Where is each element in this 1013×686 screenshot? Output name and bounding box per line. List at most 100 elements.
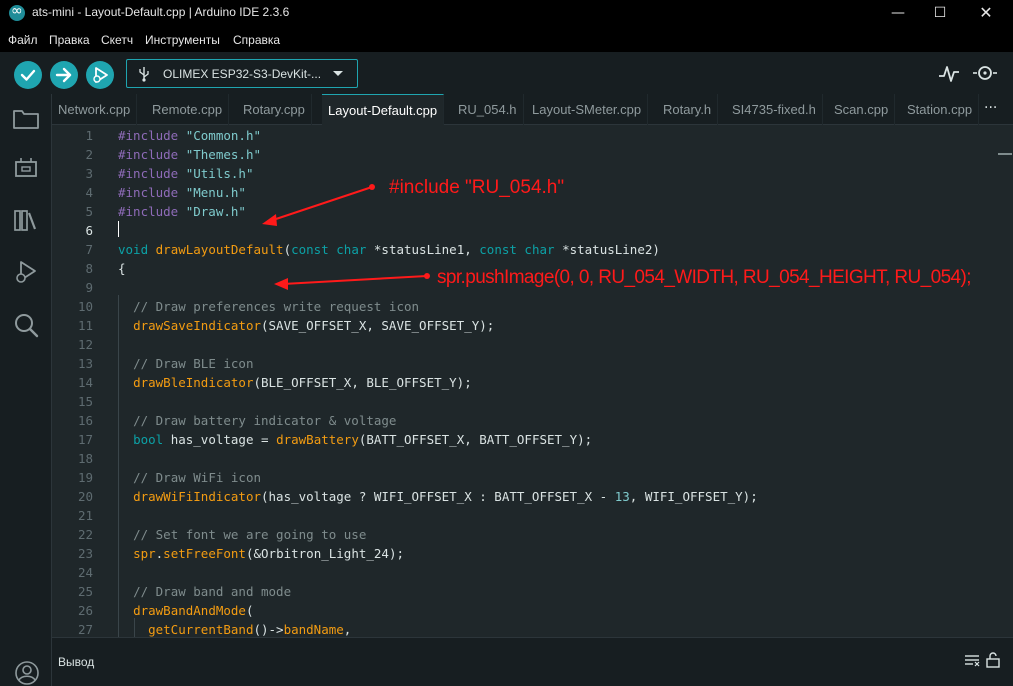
code-line: spr.setFreeFont(&Orbitron_Light_24); [133, 546, 405, 561]
verify-button[interactable] [14, 61, 42, 89]
tab-remote-cpp[interactable]: Remote.cpp [146, 94, 230, 125]
serial-plotter-icon[interactable] [938, 62, 960, 84]
more-tabs-icon[interactable]: ··· [984, 100, 997, 116]
code-line: drawSaveIndicator(SAVE_OFFSET_X, SAVE_OF… [133, 318, 495, 333]
close-button[interactable]: ✕ [963, 0, 1009, 26]
search-icon[interactable] [13, 312, 39, 338]
output-panel-header: Вывод [52, 637, 1013, 686]
arduino-logo-icon [9, 3, 25, 21]
line-number: 4 [85, 185, 93, 200]
line-number: 17 [77, 432, 93, 447]
board-label: OLIMEX ESP32-S3-DevKit-... [163, 67, 322, 81]
annotation-include-text: #include "RU_054.h" [389, 177, 565, 198]
tab-ru054-h[interactable]: RU_054.h [452, 94, 524, 125]
lock-icon[interactable] [986, 652, 1000, 668]
code-line: drawBandAndMode( [133, 603, 254, 618]
code-line: #include "Common.h" [118, 128, 261, 143]
activity-bar [0, 94, 52, 686]
line-number: 2 [85, 147, 93, 162]
maximize-button[interactable]: ☐ [917, 0, 963, 26]
code-line: drawWiFiIndicator(has_voltage ? WIFI_OFF… [133, 489, 758, 504]
line-number: 6 [85, 223, 93, 238]
menu-bar: Файл Правка Скетч Инструменты Справка [0, 26, 1013, 52]
account-icon[interactable] [14, 660, 40, 686]
code-line: #include "Draw.h" [118, 204, 246, 219]
minimize-button[interactable]: — [875, 0, 921, 26]
board-selector[interactable]: OLIMEX ESP32-S3-DevKit-... [126, 59, 358, 88]
line-number: 25 [77, 584, 93, 599]
boards-icon[interactable] [13, 156, 39, 180]
text-caret [118, 221, 119, 237]
line-number: 24 [77, 565, 93, 580]
menu-file[interactable]: Файл [8, 33, 38, 47]
menu-help[interactable]: Справка [233, 33, 280, 47]
debug-panel-icon[interactable] [13, 260, 39, 286]
line-number: 1 [85, 128, 93, 143]
usb-icon [139, 67, 149, 82]
line-number: 10 [77, 299, 93, 314]
current-line-highlight [52, 219, 1013, 238]
folder-icon[interactable] [13, 108, 39, 130]
line-number: 21 [77, 508, 93, 523]
line-number: 14 [77, 375, 93, 390]
output-label: Вывод [58, 655, 95, 669]
window-title: ats-mini - Layout-Default.cpp | Arduino … [32, 5, 290, 19]
line-number: 19 [77, 470, 93, 485]
debug-icon [93, 67, 108, 83]
line-number: 23 [77, 546, 93, 561]
tab-si4735-fixed-h[interactable]: SI4735-fixed.h [726, 94, 823, 125]
code-line: void drawLayoutDefault(const char *statu… [118, 242, 660, 257]
code-line: getCurrentBand()->bandName, [148, 622, 352, 637]
code-line: { [118, 261, 126, 276]
tab-scan-cpp[interactable]: Scan.cpp [828, 94, 896, 125]
line-number: 11 [77, 318, 93, 333]
menu-edit[interactable]: Правка [49, 33, 90, 47]
annotation-push-text: spr.pushImage(0, 0, RU_054_WIDTH, RU_054… [437, 267, 972, 288]
code-line: // Set font we are going to use [133, 527, 367, 542]
tab-network-cpp[interactable]: Network.cpp [52, 94, 138, 125]
tab-layout-smeter-cpp[interactable]: Layout-SMeter.cpp [526, 94, 649, 125]
debug-button[interactable] [86, 61, 114, 89]
code-line: // Draw battery indicator & voltage [133, 413, 397, 428]
code-line: #include "Menu.h" [118, 185, 246, 200]
line-number: 20 [77, 489, 93, 504]
code-line: #include "Themes.h" [118, 147, 261, 162]
line-number: 8 [85, 261, 93, 276]
serial-monitor-icon[interactable] [972, 62, 998, 84]
code-line: // Draw preferences write request icon [133, 299, 420, 314]
line-number: 7 [85, 242, 93, 257]
code-line: #include "Utils.h" [118, 166, 254, 181]
tab-layout-default-cpp[interactable]: Layout-Default.cpp [322, 94, 445, 125]
tab-rotary-cpp[interactable]: Rotary.cpp [237, 94, 312, 125]
clear-output-icon[interactable] [964, 654, 980, 668]
check-icon [20, 69, 36, 81]
line-number: 13 [77, 356, 93, 371]
line-number: 22 [77, 527, 93, 542]
code-line: // Draw band and mode [133, 584, 292, 599]
chevron-down-icon [333, 71, 343, 76]
code-line: // Draw WiFi icon [133, 470, 261, 485]
code-line: drawBleIndicator(BLE_OFFSET_X, BLE_OFFSE… [133, 375, 472, 390]
line-number: 16 [77, 413, 93, 428]
code-editor[interactable]: 1 2 3 4 5 6 7 8 9 10 11 12 13 14 15 16 1… [52, 125, 1013, 637]
line-number: 9 [85, 280, 93, 295]
line-number: 15 [77, 394, 93, 409]
tab-rotary-h[interactable]: Rotary.h [657, 94, 719, 125]
line-number: 18 [77, 451, 93, 466]
code-line: bool has_voltage = drawBattery(BATT_OFFS… [133, 432, 593, 447]
line-number: 27 [77, 622, 93, 637]
title-bar: ats-mini - Layout-Default.cpp | Arduino … [0, 0, 1013, 26]
tab-station-cpp[interactable]: Station.cpp [901, 94, 980, 125]
scrollbar-marker[interactable] [998, 153, 1012, 155]
line-number: 26 [77, 603, 93, 618]
upload-button[interactable] [50, 61, 78, 89]
editor-tab-bar: Network.cpp Remote.cpp Rotary.cpp Layout… [52, 94, 1013, 125]
line-number: 12 [77, 337, 93, 352]
library-icon[interactable] [13, 208, 39, 232]
arrow-right-icon [55, 67, 72, 83]
menu-tools[interactable]: Инструменты [145, 33, 220, 47]
line-number: 5 [85, 204, 93, 219]
line-number: 3 [85, 166, 93, 181]
menu-sketch[interactable]: Скетч [101, 33, 133, 47]
code-line: // Draw BLE icon [133, 356, 254, 371]
